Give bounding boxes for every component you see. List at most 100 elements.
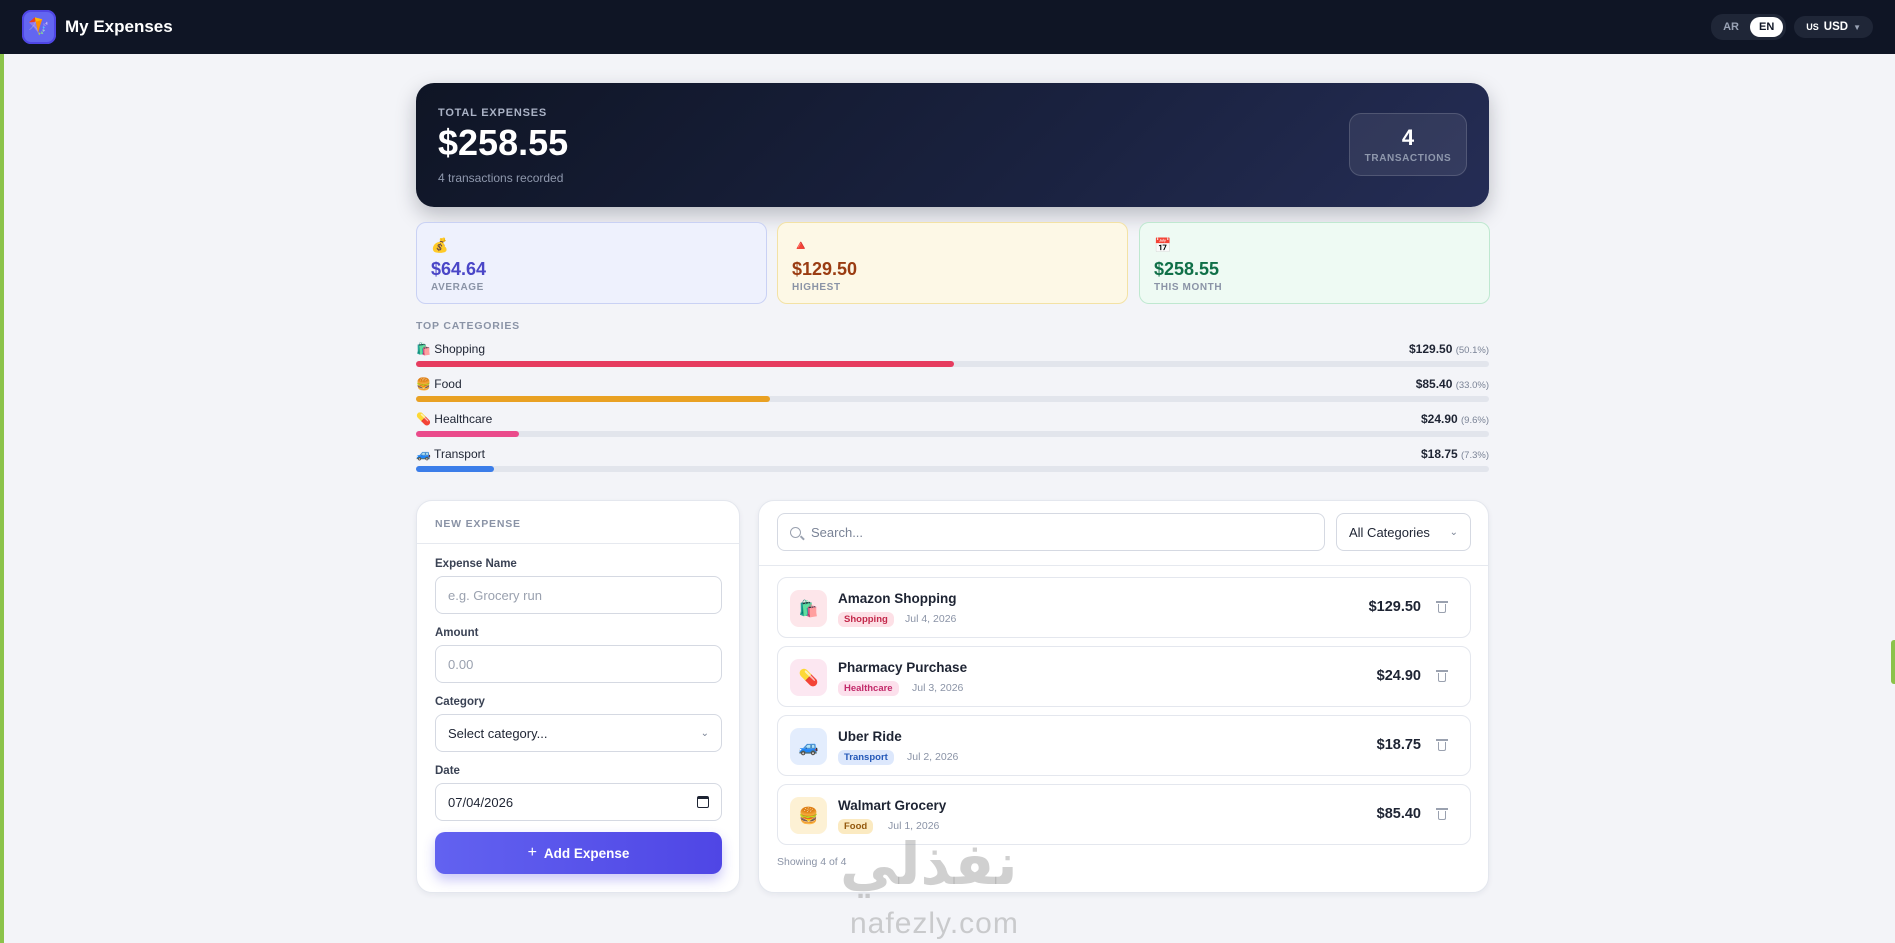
transactions-count: 4 (1401, 125, 1415, 150)
burger-icon: 🍔 (790, 797, 827, 834)
expense-name: Pharmacy Purchase (838, 660, 968, 675)
total-subtitle: 4 transactions recorded (438, 171, 564, 185)
category-track (416, 361, 1489, 367)
lang-ar-button[interactable]: AR (1714, 17, 1748, 37)
date-field: Date 07/04/2026 (435, 765, 722, 821)
average-value: $64.64 (431, 259, 487, 279)
category-amount: $18.75 (7.3%) (1421, 447, 1489, 461)
category-amount-value: $18.75 (1420, 447, 1458, 461)
language-toggle: AR EN (1711, 14, 1787, 40)
category-percent: (7.3%) (1461, 450, 1489, 461)
category-fill (416, 361, 954, 367)
category-amount-value: $24.90 (1420, 412, 1458, 426)
amount-field: Amount 0.00 (435, 627, 722, 683)
chevron-down-icon: ▼ (1853, 22, 1861, 32)
watermark-latin: nafezly.com (850, 907, 1019, 940)
category-select[interactable]: Select category... ⌄ (435, 714, 722, 752)
expense-name: Amazon Shopping (838, 591, 957, 606)
this-month-label: THIS MONTH (1154, 282, 1223, 293)
expense-date: Jul 2, 2026 (907, 751, 959, 763)
average-label: AVERAGE (431, 282, 484, 293)
category-track (416, 396, 1489, 402)
category-name: 🍔 Food (416, 377, 462, 391)
expense-amount: $85.40 (1376, 806, 1421, 822)
window-edge (0, 0, 4, 943)
total-label: TOTAL EXPENSES (438, 107, 548, 119)
triangle-up-icon: 🔺 (792, 237, 810, 253)
form-title: NEW EXPENSE (417, 501, 739, 544)
transactions-count-box: 4 TRANSACTIONS (1349, 113, 1467, 176)
category-percent: (33.0%) (1455, 380, 1489, 391)
app-title: My Expenses (65, 17, 173, 36)
category-bar-shopping: 🛍️ Shopping $129.50 (50.1%) (416, 342, 1489, 370)
top-navbar: 🪁 My Expenses AR EN US USD ▼ (0, 0, 1895, 54)
expense-name-input[interactable]: e.g. Grocery run (435, 576, 722, 614)
chevron-down-icon: ⌄ (1449, 526, 1458, 538)
expense-item[interactable]: 🚙 Uber Ride Transport Jul 2, 2026 $18.75 (777, 715, 1471, 776)
watermark-arabic: نفذلي (840, 830, 1018, 898)
money-bag-icon: 💰 (431, 237, 449, 253)
category-select-value: Select category... (448, 725, 548, 741)
highest-value: $129.50 (792, 259, 858, 279)
category-bar-food: 🍔 Food $85.40 (33.0%) (416, 377, 1489, 405)
category-amount-value: $85.40 (1415, 377, 1453, 391)
this-month-stat-card: 📅 $258.55 THIS MONTH (1139, 222, 1490, 304)
category-amount: $129.50 (50.1%) (1409, 342, 1489, 356)
search-input[interactable]: Search... (777, 513, 1325, 551)
trash-icon[interactable] (1436, 808, 1448, 820)
category-badge: Transport (838, 750, 894, 765)
currency-selector[interactable]: US USD ▼ (1794, 16, 1873, 38)
category-fill (416, 431, 519, 437)
expense-name-label: Expense Name (435, 558, 517, 570)
calendar-icon: 📅 (1154, 237, 1172, 253)
expense-item[interactable]: 🛍️ Amazon Shopping Shopping Jul 4, 2026 … (777, 577, 1471, 638)
category-badge: Healthcare (838, 681, 899, 696)
list-footer-count: Showing 4 of 4 (777, 856, 847, 868)
car-icon: 🚙 (790, 728, 827, 765)
highest-stat-card: 🔺 $129.50 HIGHEST (777, 222, 1128, 304)
category-fill (416, 396, 771, 402)
category-amount-value: $129.50 (1409, 342, 1453, 356)
app-logo-icon: 🪁 (22, 10, 56, 44)
pill-icon: 💊 (790, 659, 827, 696)
category-name: 💊 Healthcare (416, 412, 493, 426)
category-name: 🚙 Transport (416, 447, 485, 461)
total-amount: $258.55 (438, 122, 569, 163)
us-flag-icon: US (1806, 22, 1819, 32)
calendar-picker-icon[interactable] (697, 796, 709, 808)
add-expense-button[interactable]: + Add Expense (435, 832, 722, 874)
category-percent: (50.1%) (1455, 345, 1489, 356)
top-categories-title: TOP CATEGORIES (416, 320, 520, 332)
date-value: 07/04/2026 (448, 794, 514, 810)
expense-name-field: Expense Name e.g. Grocery run (435, 558, 722, 614)
trash-icon[interactable] (1436, 670, 1448, 682)
category-percent: (9.6%) (1461, 415, 1489, 426)
category-track (416, 466, 1489, 472)
side-feedback-tab[interactable] (1891, 640, 1895, 684)
transactions-label: TRANSACTIONS (1364, 153, 1452, 164)
highest-label: HIGHEST (792, 282, 841, 293)
category-field: Category Select category... ⌄ (435, 696, 722, 752)
trash-icon[interactable] (1436, 739, 1448, 751)
total-expenses-card: TOTAL EXPENSES $258.55 4 transactions re… (416, 83, 1489, 207)
shopping-bag-icon: 🛍️ (790, 590, 827, 627)
search-placeholder: Search... (811, 524, 864, 540)
expense-item[interactable]: 💊 Pharmacy Purchase Healthcare Jul 3, 20… (777, 646, 1471, 707)
category-filter-select[interactable]: All Categories ⌄ (1336, 513, 1471, 551)
amount-input[interactable]: 0.00 (435, 645, 722, 683)
expense-date: Jul 4, 2026 (905, 613, 957, 625)
category-amount: $24.90 (9.6%) (1421, 412, 1489, 426)
list-toolbar: Search... All Categories ⌄ (759, 501, 1488, 566)
search-icon (790, 526, 801, 538)
trash-icon[interactable] (1436, 601, 1448, 613)
amount-label: Amount (435, 627, 479, 639)
date-input[interactable]: 07/04/2026 (435, 783, 722, 821)
chevron-down-icon: ⌄ (700, 727, 709, 739)
expense-date: Jul 3, 2026 (912, 682, 964, 694)
topbar-controls: AR EN US USD ▼ (1711, 14, 1873, 40)
currency-label: USD (1823, 21, 1849, 33)
category-label: Category (435, 696, 485, 708)
category-fill (416, 466, 495, 472)
lang-en-button[interactable]: EN (1750, 17, 1784, 37)
expense-name: Uber Ride (838, 729, 902, 744)
